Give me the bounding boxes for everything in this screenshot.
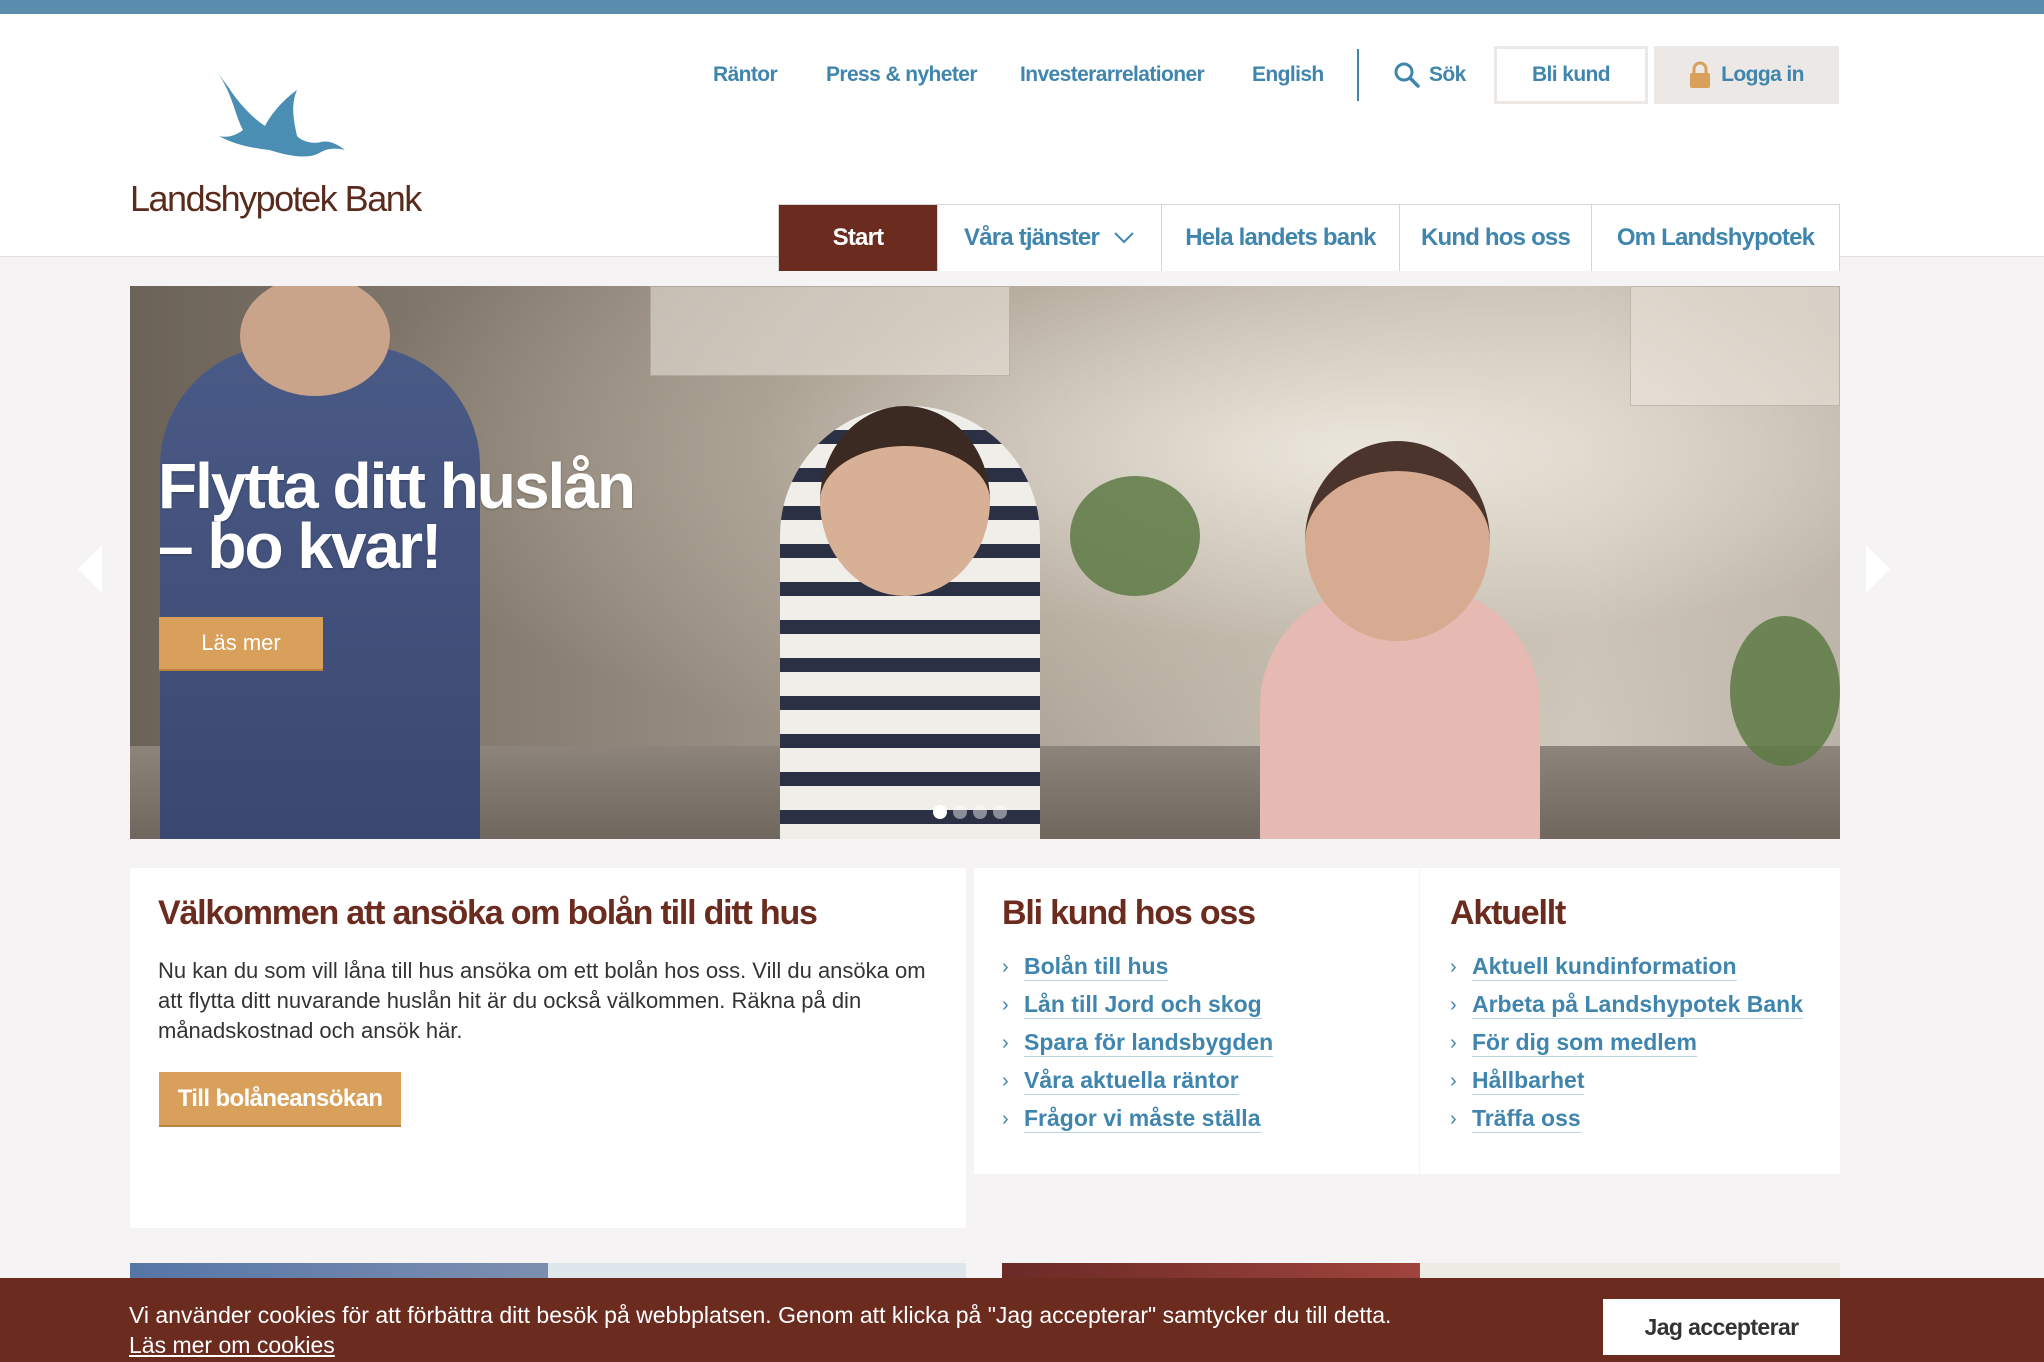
util-link-label[interactable]: English [1252, 63, 1324, 87]
chevron-right-icon: › [1450, 1107, 1457, 1130]
hero-carousel: Flytta ditt huslån – bo kvar! Läs mer [130, 286, 1840, 839]
util-link-press[interactable]: Press & nyheter [826, 47, 978, 103]
nav-item-label: Våra tjänster [963, 224, 1100, 251]
carousel-next-arrow-icon[interactable] [1866, 545, 1890, 593]
welcome-body: Nu kan du som vill låna till hus ansöka … [158, 958, 926, 1043]
accept-cookies-button[interactable]: Jag accepterar [1603, 1299, 1840, 1355]
news-card: Aktuellt › Aktuell kundinformation › Arbet… [1420, 868, 1840, 1174]
nav-item-about[interactable]: Om Landshypotek [1592, 205, 1839, 271]
hero-photo-girl-right-head [1305, 441, 1490, 641]
hero-title-line1: Flytta ditt huslån [158, 450, 636, 522]
list-item[interactable]: › För dig som medlem [1450, 1024, 1803, 1062]
main-nav: Start Våra tjänster Hela landets bank Ku… [778, 204, 1840, 271]
link[interactable]: Våra aktuella räntor [1024, 1067, 1239, 1095]
cookie-text: Vi använder cookies för att förbättra di… [129, 1302, 1392, 1328]
become-customer-links: › Bolån till hus › Lån till Jord och skog … [1002, 948, 1274, 1138]
cookie-banner: Vi använder cookies för att förbättra di… [0, 1278, 2044, 1362]
logo-text: Landshypotek Bank [130, 178, 422, 219]
carousel-dots [933, 805, 1007, 819]
carousel-dot[interactable] [993, 805, 1007, 819]
chevron-right-icon: › [1450, 993, 1457, 1016]
link[interactable]: Aktuell kundinformation [1472, 953, 1737, 981]
become-customer-button[interactable]: Bli kund [1494, 46, 1648, 104]
mortgage-application-button[interactable]: Till bolåneansökan [159, 1072, 401, 1127]
list-item[interactable]: › Aktuell kundinformation [1450, 948, 1803, 986]
chevron-right-icon: › [1002, 1031, 1009, 1054]
list-item[interactable]: › Hållbarhet [1450, 1062, 1803, 1100]
hero-read-more-button[interactable]: Läs mer [159, 617, 323, 671]
chevron-right-icon: › [1002, 1069, 1009, 1092]
kitchen-cabinet [650, 286, 1010, 376]
link[interactable]: För dig som medlem [1472, 1029, 1697, 1057]
lock-icon [1690, 61, 1711, 88]
chevron-right-icon: › [1002, 1107, 1009, 1130]
plant-image [1730, 616, 1840, 766]
cookie-more-link[interactable]: Läs mer om cookies [129, 1332, 335, 1358]
cookie-message: Vi använder cookies för att förbättra di… [129, 1300, 1429, 1360]
search-icon [1394, 62, 1420, 88]
goose-logo-icon [217, 72, 345, 157]
util-link-english[interactable]: English [1252, 47, 1324, 103]
welcome-heading: Välkommen att ansöka om bolån till ditt … [158, 894, 818, 932]
site-header: Landshypotek Bank Räntor Press & nyheter… [0, 14, 2044, 271]
util-link-label[interactable]: Press & nyheter [826, 63, 978, 87]
become-customer-card: Bli kund hos oss › Bolån till hus › Lån ti… [974, 868, 1419, 1174]
welcome-card: Välkommen att ansöka om bolån till ditt … [130, 868, 966, 1228]
link[interactable]: Arbeta på Landshypotek Bank [1472, 991, 1804, 1019]
link[interactable]: Spara för landsbygden [1024, 1029, 1274, 1057]
hero-photo-girl-left-head [820, 406, 990, 596]
link[interactable]: Träffa oss [1472, 1105, 1581, 1133]
login-button[interactable]: Logga in [1654, 46, 1839, 104]
hero-title: Flytta ditt huslån – bo kvar! [158, 450, 636, 582]
link[interactable]: Hållbarhet [1472, 1067, 1585, 1095]
plant-image [1070, 476, 1200, 596]
util-link-label[interactable]: Räntor [713, 63, 778, 87]
list-item[interactable]: › Spara för landsbygden [1002, 1024, 1274, 1062]
become-customer-heading: Bli kund hos oss [1002, 894, 1256, 932]
nav-item-customer[interactable]: Kund hos oss [1400, 205, 1592, 271]
chevron-right-icon: › [1002, 955, 1009, 978]
chevron-right-icon: › [1450, 1069, 1457, 1092]
util-link-label[interactable]: Investerarrelationer [1020, 63, 1205, 87]
search-label: Sök [1429, 63, 1466, 86]
list-item[interactable]: › Träffa oss [1450, 1100, 1803, 1138]
news-heading: Aktuellt [1450, 894, 1566, 932]
hero-photo-adult [160, 346, 480, 839]
login-label: Logga in [1721, 63, 1804, 86]
util-link-investor[interactable]: Investerarrelationer [1020, 47, 1205, 103]
logo[interactable]: Landshypotek Bank [130, 52, 430, 222]
list-item[interactable]: › Bolån till hus [1002, 948, 1273, 986]
hero-title-line2: – bo kvar! [158, 510, 442, 582]
link[interactable]: Lån till Jord och skog [1024, 991, 1262, 1019]
util-link-rantor[interactable]: Räntor [713, 47, 778, 103]
link[interactable]: Bolån till hus [1024, 953, 1169, 981]
list-item[interactable]: › Arbeta på Landshypotek Bank [1450, 986, 1804, 1024]
carousel-dot[interactable] [933, 805, 947, 819]
list-item[interactable]: › Våra aktuella räntor [1002, 1062, 1273, 1100]
search-button[interactable]: Sök [1393, 47, 1466, 103]
chevron-right-icon: › [1450, 1031, 1457, 1054]
carousel-dot[interactable] [953, 805, 967, 819]
chevron-right-icon: › [1002, 993, 1009, 1016]
list-item[interactable]: › Lån till Jord och skog [1002, 986, 1273, 1024]
utility-divider [1357, 49, 1359, 101]
chevron-down-icon [1114, 232, 1134, 244]
carousel-prev-arrow-icon[interactable] [78, 545, 102, 593]
link[interactable]: Frågor vi måste ställa [1024, 1105, 1261, 1133]
nav-item-whole-country[interactable]: Hela landets bank [1162, 205, 1400, 271]
carousel-dot[interactable] [973, 805, 987, 819]
nav-item-services[interactable]: Våra tjänster [938, 205, 1162, 271]
nav-item-start[interactable]: Start [779, 205, 938, 271]
chevron-right-icon: › [1450, 955, 1457, 978]
news-links: › Aktuell kundinformation › Arbeta på Land… [1450, 948, 1804, 1138]
list-item[interactable]: › Frågor vi måste ställa [1002, 1100, 1273, 1138]
kitchen-cabinet [1630, 286, 1840, 406]
top-accent-bar [0, 0, 2044, 14]
